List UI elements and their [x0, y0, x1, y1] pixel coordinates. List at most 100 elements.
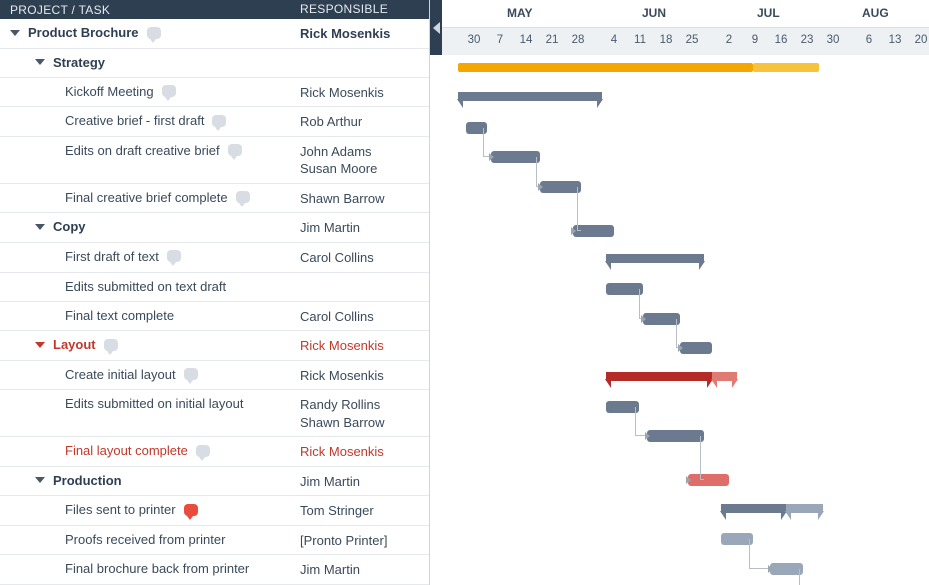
comment-icon[interactable]: [196, 445, 210, 457]
dependency-arrow-icon: [645, 432, 650, 440]
gantt-summary-bar[interactable]: [712, 372, 737, 381]
task-name: Edits submitted on initial layout: [65, 396, 243, 411]
month-scale: MAYJUNJULAUG: [442, 0, 929, 27]
comment-icon[interactable]: [184, 504, 198, 516]
month-label: AUG: [862, 6, 889, 20]
comment-icon[interactable]: [147, 27, 161, 39]
task-name: Final brochure back from printer: [65, 561, 249, 576]
comment-icon[interactable]: [162, 85, 176, 97]
day-label: 7: [497, 34, 503, 46]
task-row[interactable]: Production Jim Martin: [0, 467, 429, 497]
dependency-arrow-icon: [678, 344, 683, 352]
caret-down-icon[interactable]: [35, 224, 45, 230]
gantt-summary-bar[interactable]: [606, 372, 713, 381]
caret-down-icon[interactable]: [10, 30, 20, 36]
responsible-cell: Rick Mosenkis: [300, 367, 429, 385]
task-panel: PROJECT / TASK RESPONSIBLE Product Broch…: [0, 0, 430, 585]
day-label: 30: [827, 34, 840, 46]
responsible-cell: Tom Stringer: [300, 502, 429, 520]
task-name: Edits on draft creative brief: [65, 143, 220, 158]
gantt-project-bar[interactable]: [458, 63, 753, 72]
left-header: PROJECT / TASK RESPONSIBLE: [0, 0, 429, 19]
task-row[interactable]: Final creative brief complete Shawn Barro…: [0, 184, 429, 214]
gantt-project-bar[interactable]: [753, 63, 819, 72]
responsible-cell: [Pronto Printer]: [300, 532, 429, 550]
task-row[interactable]: Final layout complete Rick Mosenkis: [0, 437, 429, 467]
header-task[interactable]: PROJECT / TASK: [0, 3, 300, 17]
day-scale: 30714212841118252916233061320: [442, 27, 929, 55]
dependency-arrow-icon: [768, 565, 773, 573]
task-row[interactable]: First draft of text Carol Collins: [0, 243, 429, 273]
task-row[interactable]: Strategy: [0, 49, 429, 78]
task-name: First draft of text: [65, 249, 159, 264]
timeline-header: MAYJUNJULAUG 307142128411182529162330613…: [430, 0, 929, 55]
comment-icon[interactable]: [236, 191, 250, 203]
gantt-summary-bar[interactable]: [606, 254, 704, 263]
task-row[interactable]: Edits submitted on text draft: [0, 273, 429, 302]
task-row[interactable]: Create initial layout Rick Mosenkis: [0, 361, 429, 391]
responsible-cell: Carol Collins: [300, 249, 429, 267]
task-name: Final text complete: [65, 308, 174, 323]
comment-icon[interactable]: [104, 339, 118, 351]
task-row[interactable]: Proofs received from printer[Pronto Prin…: [0, 526, 429, 556]
gantt-summary-bar[interactable]: [786, 504, 823, 513]
gantt-summary-bar[interactable]: [458, 92, 602, 101]
caret-down-icon[interactable]: [35, 59, 45, 65]
collapse-left-button[interactable]: [430, 0, 442, 55]
gantt-task-bar[interactable]: [643, 313, 680, 325]
responsible-cell: Rob Arthur: [300, 113, 429, 131]
gantt-chart[interactable]: [430, 55, 929, 585]
responsible-cell: Jim Martin: [300, 473, 429, 491]
gantt-task-bar[interactable]: [688, 474, 729, 486]
dependency-arrow-icon: [686, 476, 691, 484]
task-row[interactable]: Edits submitted on initial layout Randy R…: [0, 390, 429, 437]
day-label: 30: [468, 34, 481, 46]
task-name: Creative brief - first draft: [65, 113, 204, 128]
gantt-task-bar[interactable]: [680, 342, 713, 354]
day-label: 11: [634, 34, 646, 46]
responsible-cell: John AdamsSusan Moore: [300, 143, 429, 178]
day-label: 18: [660, 34, 673, 46]
task-row[interactable]: Final brochure back from printerJim Mart…: [0, 555, 429, 585]
responsible-cell: Rick Mosenkis: [300, 443, 429, 461]
comment-icon[interactable]: [184, 368, 198, 380]
gantt-summary-bar[interactable]: [721, 504, 787, 513]
month-label: MAY: [507, 6, 533, 20]
task-name: Production: [53, 473, 122, 488]
task-name: Final creative brief complete: [65, 190, 228, 205]
day-label: 23: [801, 34, 814, 46]
comment-icon[interactable]: [228, 144, 242, 156]
task-row[interactable]: Kickoff MeetingRick Mosenkis: [0, 78, 429, 108]
gantt-task-bar[interactable]: [540, 181, 581, 193]
day-label: 21: [546, 34, 559, 46]
task-row[interactable]: Product BrochureRick Mosenkis: [0, 19, 429, 49]
task-row[interactable]: Creative brief - first draft Rob Arthur: [0, 107, 429, 137]
gantt-task-bar[interactable]: [491, 151, 540, 163]
dependency-link: [749, 539, 769, 568]
gantt-task-bar[interactable]: [647, 430, 704, 442]
task-row[interactable]: Files sent to printerTom Stringer: [0, 496, 429, 526]
caret-down-icon[interactable]: [35, 477, 45, 483]
task-row[interactable]: Final text completeCarol Collins: [0, 302, 429, 332]
task-name: Create initial layout: [65, 367, 176, 382]
dependency-link: [799, 569, 803, 585]
header-responsible[interactable]: RESPONSIBLE: [300, 1, 429, 17]
responsible-cell: Randy RollinsShawn Barrow: [300, 396, 429, 431]
comment-icon[interactable]: [167, 250, 181, 262]
task-name: Strategy: [53, 55, 105, 70]
task-row[interactable]: Edits on draft creative brief John AdamsS…: [0, 137, 429, 184]
task-name: Final layout complete: [65, 443, 188, 458]
responsible-cell: Jim Martin: [300, 219, 429, 237]
task-row[interactable]: Copy Jim Martin: [0, 213, 429, 243]
dependency-arrow-icon: [571, 227, 576, 235]
task-name: Edits submitted on text draft: [65, 279, 226, 294]
task-row[interactable]: LayoutRick Mosenkis: [0, 331, 429, 361]
task-name: Copy: [53, 219, 86, 234]
comment-icon[interactable]: [212, 115, 226, 127]
responsible-cell: Shawn Barrow: [300, 190, 429, 208]
day-label: 28: [572, 34, 585, 46]
caret-down-icon[interactable]: [35, 342, 45, 348]
gantt-task-bar[interactable]: [606, 283, 643, 295]
day-label: 2: [726, 34, 732, 46]
chevron-left-icon: [433, 22, 440, 34]
